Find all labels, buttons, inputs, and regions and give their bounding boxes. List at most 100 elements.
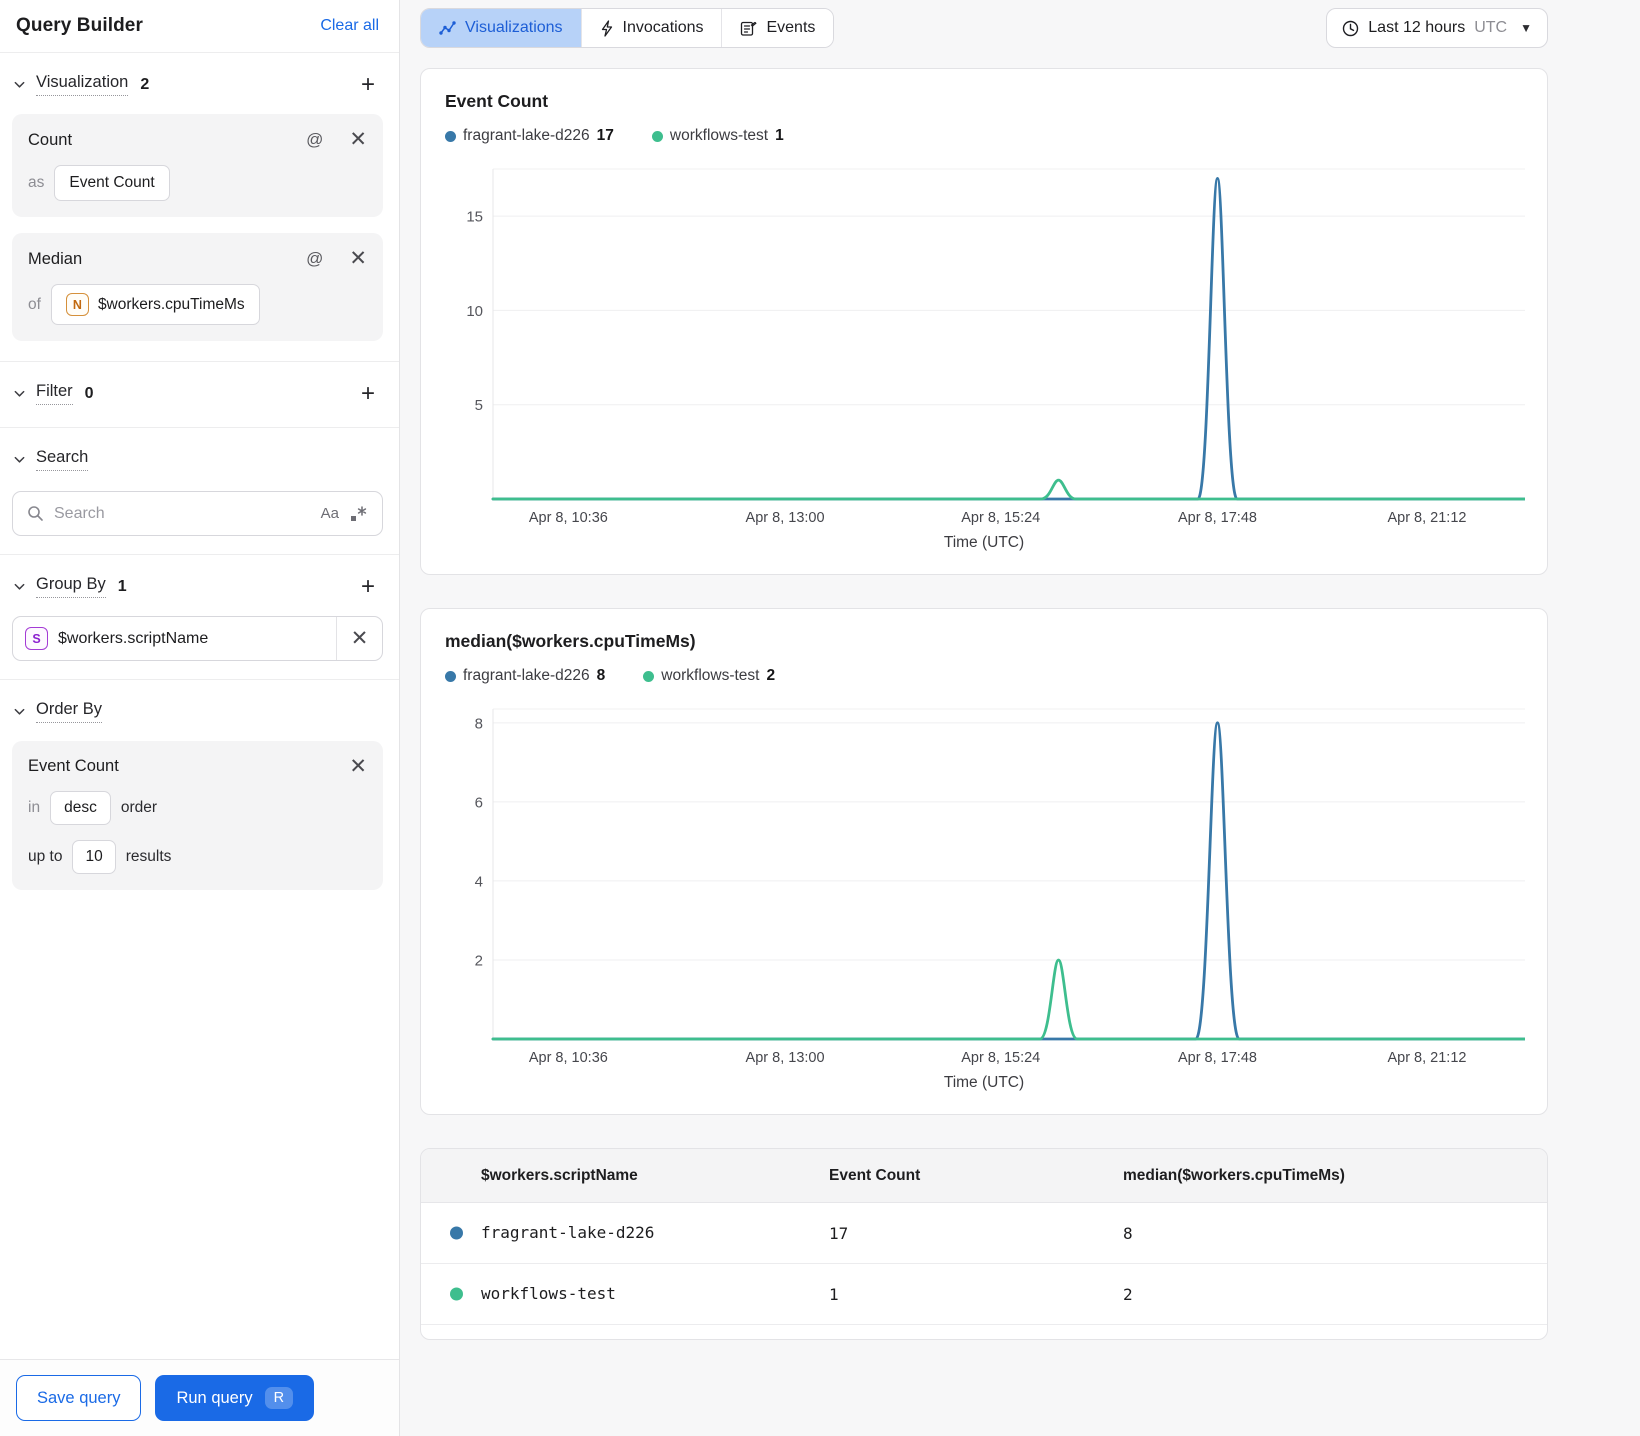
event-count-chart[interactable]: 5 10 15 Apr 8, 10:36 Apr 8, 13:00 Apr 8, 15:2… — [445, 159, 1527, 527]
y-tick-label: 5 — [475, 397, 483, 414]
save-query-label: Save query — [37, 1388, 121, 1407]
legend-dot — [643, 670, 655, 682]
number-field-icon: N — [65, 293, 89, 316]
at-mention-icon[interactable]: @ — [306, 130, 323, 150]
chevron-down-icon[interactable] — [12, 78, 26, 92]
table-header-row: $workers.scriptName Event Count median($… — [421, 1149, 1547, 1203]
cell-median: 8 — [1123, 1223, 1133, 1243]
chart-legend: fragrant-lake-d226 8 workflows-test 2 — [445, 667, 1523, 685]
group-by-item[interactable]: S $workers.scriptName ✕ — [12, 616, 383, 661]
filter-label: Filter — [36, 382, 73, 405]
count-alias-box[interactable]: Event Count — [54, 165, 170, 201]
limit-box[interactable]: 10 — [72, 840, 116, 874]
legend-item[interactable]: fragrant-lake-d226 8 — [445, 667, 605, 685]
legend-name: workflows-test — [669, 127, 769, 144]
legend-item[interactable]: workflows-test 2 — [643, 667, 775, 685]
section-search: Search Aa — [0, 428, 399, 555]
section-order-by: Order By Event Count ✕ in desc order up … — [0, 680, 399, 910]
up-to-label: up to — [28, 848, 63, 865]
clock-icon — [1343, 20, 1359, 36]
x-tick-label: Apr 8, 13:00 — [746, 510, 825, 526]
run-query-button[interactable]: Run query R — [155, 1375, 315, 1421]
x-tick-label: Apr 8, 21:12 — [1387, 510, 1466, 526]
visualization-card-count: Count @ ✕ as Event Count — [12, 114, 383, 217]
series-color-dot — [450, 1226, 463, 1240]
close-icon[interactable]: ✕ — [349, 248, 367, 269]
y-tick-label: 4 — [475, 873, 483, 890]
median-field-box[interactable]: N $workers.cpuTimeMs — [50, 284, 260, 325]
y-tick-label: 6 — [475, 794, 483, 811]
legend-name: workflows-test — [661, 667, 760, 684]
close-icon[interactable]: ✕ — [349, 756, 367, 777]
col-header-script-name: $workers.scriptName — [481, 1166, 638, 1184]
x-tick-label: Apr 8, 17:48 — [1178, 510, 1257, 526]
at-mention-icon[interactable]: @ — [306, 249, 323, 269]
tab-events[interactable]: Events — [722, 9, 834, 47]
search-input[interactable] — [54, 504, 311, 523]
topbar: Visualizations Invocations Events Last 1… — [420, 8, 1548, 48]
save-query-button[interactable]: Save query — [16, 1375, 142, 1421]
legend-item[interactable]: fragrant-lake-d226 17 — [445, 127, 614, 145]
in-label: in — [28, 799, 41, 816]
x-tick-label: Apr 8, 13:00 — [746, 1050, 825, 1066]
time-axis-label: Time (UTC) — [943, 534, 1025, 551]
regex-icon[interactable] — [349, 505, 368, 523]
legend-value: 2 — [766, 667, 776, 684]
time-range-dropdown[interactable]: Last 12 hours UTC ▼ — [1326, 8, 1548, 48]
string-field-icon: S — [25, 627, 48, 650]
median-field-value: $workers.cpuTimeMs — [97, 295, 245, 313]
order-label: order — [120, 799, 158, 816]
legend-item[interactable]: workflows-test 1 — [651, 127, 784, 145]
chevron-down-icon[interactable] — [12, 580, 26, 594]
count-alias-value: Event Count — [69, 174, 155, 191]
tab-invocations[interactable]: Invocations — [581, 9, 723, 47]
table-row[interactable]: workflows-test 1 2 — [421, 1264, 1547, 1325]
cell-event-count: 1 — [829, 1284, 839, 1304]
chevron-down-icon[interactable] — [12, 387, 26, 401]
query-builder-sidebar: Query Builder Clear all Visualization 2 … — [0, 0, 400, 1436]
y-tick-label: 8 — [475, 715, 483, 732]
order-by-field: Event Count — [28, 757, 119, 775]
results-table: $workers.scriptName Event Count median($… — [420, 1148, 1548, 1340]
tab-visualizations[interactable]: Visualizations — [421, 9, 582, 47]
add-visualization-button[interactable]: + — [357, 72, 379, 96]
note-icon — [741, 21, 758, 36]
y-tick-label: 10 — [466, 303, 483, 320]
filter-count: 0 — [84, 384, 94, 402]
visualization-card-median: Median @ ✕ of N $workers.cpuTimeMs — [12, 233, 383, 341]
chevron-down-icon[interactable] — [12, 705, 26, 719]
chart-card-event-count: Event Count fragrant-lake-d226 17 workfl… — [420, 68, 1548, 575]
run-query-shortcut-badge: R — [264, 1387, 294, 1409]
legend-dot — [445, 670, 456, 682]
col-header-median: median($workers.cpuTimeMs) — [1123, 1166, 1345, 1184]
add-group-by-button[interactable]: + — [357, 574, 379, 598]
chart-legend: fragrant-lake-d226 17 workflows-test 1 — [445, 127, 1523, 145]
section-visualization: Visualization 2 + Count @ ✕ as Event Cou… — [0, 53, 399, 362]
y-tick-label: 2 — [475, 952, 483, 969]
group-by-label: Group By — [36, 575, 106, 598]
series-line-workflows-test — [491, 478, 1527, 501]
as-label: as — [28, 174, 45, 191]
legend-value: 17 — [596, 127, 614, 144]
page-title: Query Builder — [16, 15, 143, 36]
add-filter-button[interactable]: + — [357, 381, 379, 405]
tab-label: Invocations — [622, 19, 704, 36]
timezone-label: UTC — [1474, 19, 1508, 36]
chevron-down-icon[interactable] — [12, 453, 26, 467]
median-cputime-chart[interactable]: 2 4 6 8 Apr 8, 10:36 Apr 8, 13:00 Apr 8, 15:24… — [445, 699, 1527, 1067]
order-direction-box[interactable]: desc — [50, 791, 111, 825]
card-title: Count — [28, 130, 73, 149]
table-row[interactable]: fragrant-lake-d226 17 8 — [421, 1203, 1547, 1264]
chart-card-median-cputime: median($workers.cpuTimeMs) fragrant-lake… — [420, 608, 1548, 1115]
sidebar-footer: Save query Run query R — [0, 1359, 399, 1436]
x-tick-label: Apr 8, 17:48 — [1178, 1050, 1257, 1066]
legend-value: 1 — [775, 127, 784, 144]
section-group-by: Group By 1 + S $workers.scriptName ✕ — [0, 555, 399, 680]
remove-group-by-button[interactable]: ✕ — [336, 617, 382, 660]
time-axis-label: Time (UTC) — [943, 1074, 1025, 1091]
match-case-icon[interactable]: Aa — [321, 505, 339, 522]
clear-all-link[interactable]: Clear all — [320, 17, 379, 35]
sidebar-body: Visualization 2 + Count @ ✕ as Event Cou… — [0, 53, 399, 1359]
order-by-card: Event Count ✕ in desc order up to 10 res… — [12, 741, 383, 890]
close-icon[interactable]: ✕ — [349, 129, 367, 150]
